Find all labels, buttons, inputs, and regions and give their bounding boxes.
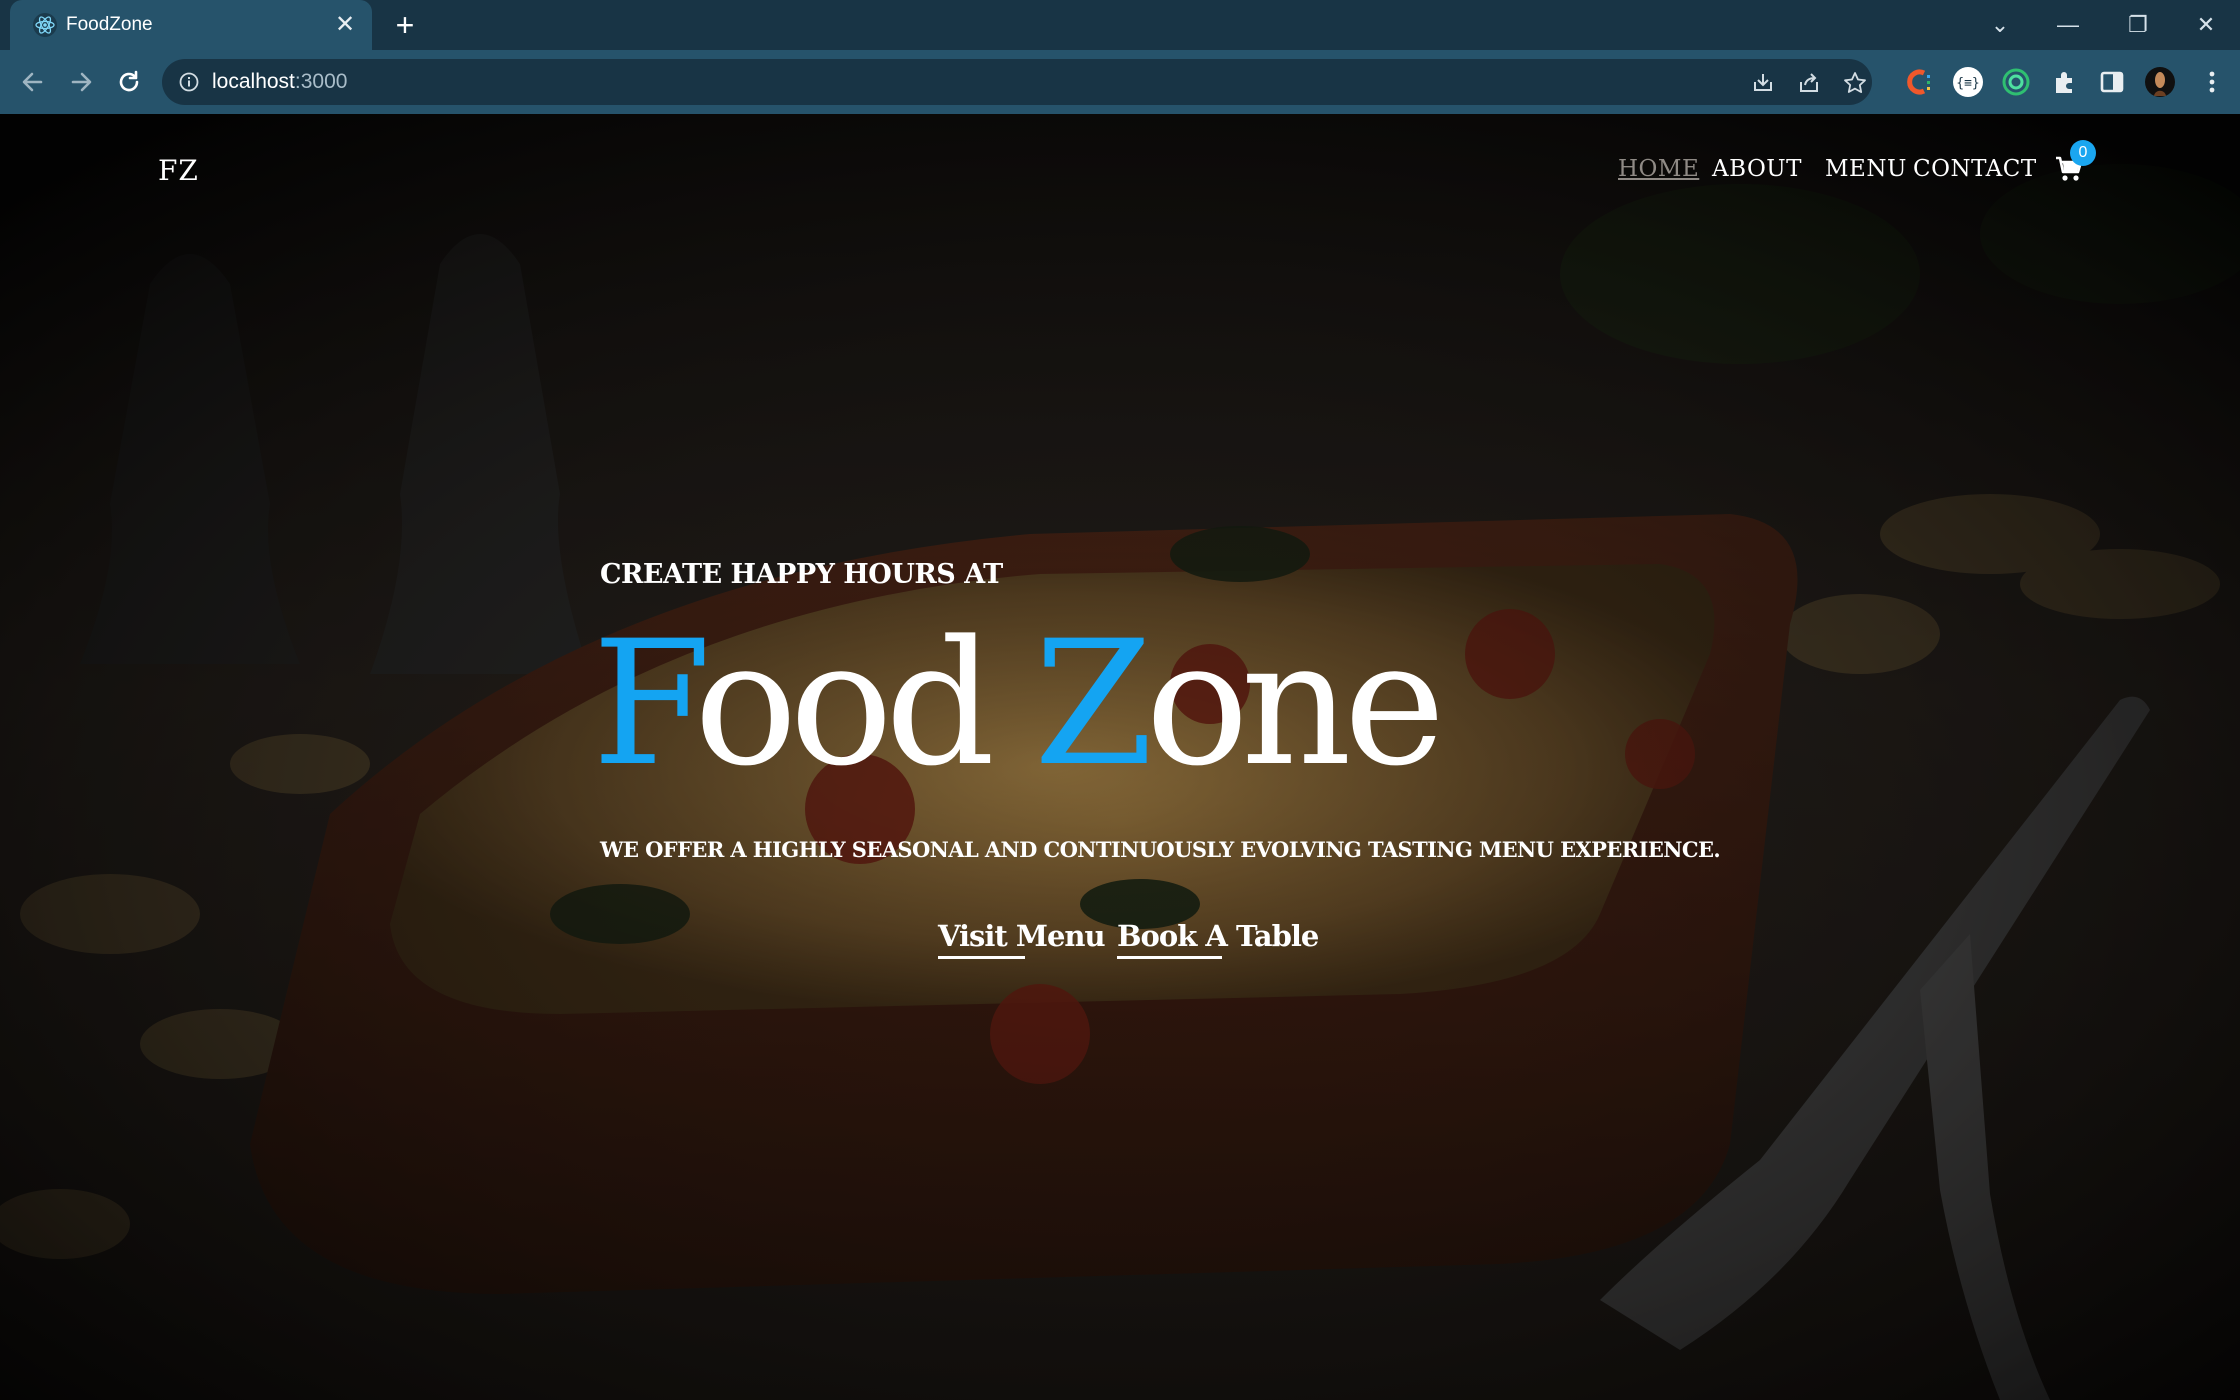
nav-link-home[interactable]: HOME — [1618, 156, 1699, 182]
close-window-button[interactable]: ✕ — [2186, 8, 2226, 42]
address-bar[interactable]: localhost:3000 — [162, 59, 1872, 105]
sidepanel-icon[interactable] — [2096, 66, 2128, 98]
nav-link-menu[interactable]: MENU — [1825, 156, 1907, 182]
nav-link-about[interactable]: ABOUT — [1712, 156, 1802, 182]
visit-menu-button[interactable]: Visit Menu — [938, 919, 1106, 959]
extensions-icon[interactable] — [2048, 66, 2080, 98]
visit-menu-label: Visit Menu — [938, 919, 1106, 953]
star-icon[interactable] — [1842, 70, 1868, 96]
hero-section: FZ HOME ABOUT MENU CONTACT 0 CREATE HAPP… — [0, 114, 2240, 1400]
green-extension-icon[interactable] — [2000, 66, 2032, 98]
book-table-label: Book A Table — [1117, 919, 1319, 953]
hero-title-accent-z: Z — [1033, 603, 1153, 804]
hero-title-word-zone: one — [1145, 603, 1445, 804]
minimize-button[interactable]: — — [2048, 8, 2088, 42]
browser-toolbar: localhost:3000 {≡} — [0, 50, 2240, 114]
site-navbar: FZ HOME ABOUT MENU CONTACT 0 — [0, 114, 2240, 224]
browser-tab[interactable]: FoodZone ✕ — [10, 0, 372, 50]
tab-strip: FoodZone ✕ + ⌄ — ❐ ✕ — [0, 0, 2240, 50]
url-host: localhost — [212, 70, 295, 93]
share-icon[interactable] — [1796, 70, 1822, 96]
info-icon[interactable] — [178, 71, 200, 93]
site-logo[interactable]: FZ — [158, 154, 199, 187]
back-icon[interactable] — [14, 63, 52, 101]
json-viewer-extension-icon[interactable]: {≡} — [1952, 66, 1984, 98]
url-port: :3000 — [294, 70, 348, 93]
close-tab-icon[interactable]: ✕ — [332, 12, 358, 38]
visit-menu-underline — [938, 956, 1025, 959]
hero-title-word-food: ood — [693, 603, 1034, 804]
book-table-underline — [1117, 956, 1222, 959]
tab-search-button[interactable]: ⌄ — [1980, 8, 2020, 42]
menu-icon[interactable] — [2196, 66, 2228, 98]
install-icon[interactable] — [1750, 70, 1776, 96]
colorzilla-extension-icon[interactable] — [1904, 66, 1936, 98]
url-text: localhost:3000 — [212, 59, 347, 105]
nav-link-contact[interactable]: CONTACT — [1913, 156, 2037, 182]
cart-count-badge: 0 — [2070, 140, 2096, 166]
hero-tagline: CREATE HAPPY HOURS AT — [600, 559, 1003, 590]
hero-subtext: WE OFFER A HIGHLY SEASONAL AND CONTINUOU… — [600, 837, 1721, 862]
tab-title: FoodZone — [66, 14, 153, 35]
hero-title-accent-f: F — [592, 603, 702, 804]
restore-button[interactable]: ❐ — [2118, 8, 2158, 42]
profile-avatar[interactable] — [2144, 66, 2176, 98]
forward-icon[interactable] — [62, 63, 100, 101]
book-table-button[interactable]: Book A Table — [1117, 919, 1319, 959]
reload-icon[interactable] — [110, 63, 148, 101]
react-icon — [33, 13, 57, 37]
svg-text:{≡}: {≡} — [1956, 76, 1979, 91]
new-tab-button[interactable]: + — [390, 9, 420, 41]
hero-title: Food Zone — [592, 603, 1445, 804]
